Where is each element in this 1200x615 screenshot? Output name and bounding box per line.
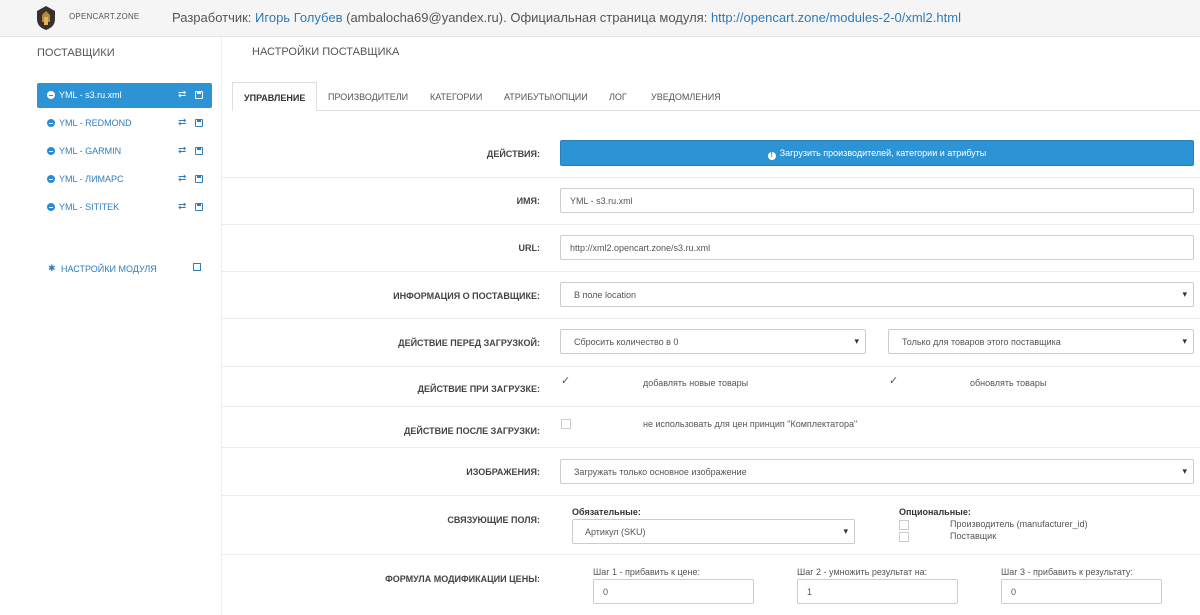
supplier-item-sititek[interactable]: YML - SITITEK ⇄ [37,195,212,220]
opencart-zone-logo-icon [37,6,55,30]
add-new-checkbox[interactable] [561,374,571,388]
suppliers-panel: ПОСТАВЩИКИ YML - s3.ru.xml ⇄ YML - REDMO… [15,37,222,615]
before-load-scope-select[interactable]: Только для товаров этого поставщика [888,329,1194,354]
name-label: ИМЯ: [516,196,540,206]
supplier-label: Поставщик [950,531,997,541]
divider [222,318,1200,319]
save-icon[interactable] [195,175,203,183]
developer-info: Разработчик: Игорь Голубев (ambalocha69@… [172,10,961,25]
supplier-info-label: ИНФОРМАЦИЯ О ПОСТАВЩИКЕ: [393,291,540,301]
tab-attributes-options[interactable]: АТРИБУТЫ\ОПЦИИ [504,82,588,111]
supplier-name: YML - s3.ru.xml [59,90,122,100]
exchange-icon[interactable]: ⇄ [178,201,186,212]
supplier-name: YML - ЛИМАРС [59,174,124,184]
save-icon[interactable] [195,119,203,127]
tab-categories[interactable]: КАТЕГОРИИ [430,82,482,111]
step3-label: Шаг 3 - прибавить к результату: [1001,567,1133,577]
exchange-icon[interactable]: ⇄ [178,117,186,128]
section-title: НАСТРОЙКИ ПОСТАВЩИКА [252,46,400,58]
images-select[interactable]: Загружать только основное изображение [560,459,1194,484]
info-icon: ! [767,152,776,160]
exchange-icon[interactable]: ⇄ [178,89,186,100]
manufacturer-label: Производитель (manufacturer_id) [950,519,1088,529]
exchange-icon[interactable]: ⇄ [178,173,186,184]
divider [222,271,1200,272]
divider [222,495,1200,496]
no-bundler-label: не использовать для цен принцип "Комплек… [643,419,858,429]
required-title: Обязательные: [572,507,641,517]
optional-title: Опциональные: [899,507,971,517]
save-icon[interactable] [195,147,203,155]
tab-notifications[interactable]: УВЕДОМЛЕНИЯ [651,82,721,111]
developer-label: Разработчик: [172,10,252,25]
divider [222,366,1200,367]
divider [222,554,1200,555]
divider [222,447,1200,448]
required-field-select[interactable]: Артикул (SKU) [572,519,855,544]
load-manufacturers-button[interactable]: ! Загрузить производителей, категории и а… [560,140,1194,166]
supplier-info-select[interactable]: В поле location [560,282,1194,307]
supplier-name: YML - SITITEK [59,202,120,212]
supplier-item-redmond[interactable]: YML - REDMOND ⇄ [37,111,212,136]
step3-input[interactable]: 0 [1001,579,1162,604]
during-load-label: ДЕЙСТВИЕ ПРИ ЗАГРУЗКЕ: [417,384,540,394]
images-value: Загружать только основное изображение [574,467,747,477]
save-icon[interactable] [195,203,203,211]
update-checkbox[interactable] [889,374,899,388]
divider [222,177,1200,178]
before-load-value: Сбросить количество в 0 [574,337,679,347]
divider [222,406,1200,407]
module-settings-label: НАСТРОЙКИ МОДУЛЯ [61,264,157,274]
tab-log[interactable]: ЛОГ [609,82,627,111]
save-icon[interactable] [195,91,203,99]
after-load-label: ДЕЙСТВИЕ ПОСЛЕ ЗАГРУЗКИ: [403,426,540,436]
step2-label: Шаг 2 - умножить результат на: [797,567,928,577]
url-label: URL: [518,243,541,253]
supplier-name: YML - GARMIN [59,146,122,156]
save-icon[interactable] [193,263,201,271]
developer-name-link[interactable]: Игорь Голубев [255,10,342,25]
images-label: ИЗОБРАЖЕНИЯ: [466,467,540,477]
update-label: обновлять товары [970,378,1047,388]
no-bundler-checkbox[interactable] [561,419,571,429]
manufacturer-checkbox[interactable] [899,520,909,530]
step1-input[interactable]: 0 [593,579,754,604]
tab-management[interactable]: УПРАВЛЕНИЕ [232,82,318,111]
gear-icon: ✱ [48,263,56,273]
remove-icon[interactable] [47,203,55,211]
remove-icon[interactable] [47,119,55,127]
remove-icon[interactable] [47,91,55,99]
supplier-item-garmin[interactable]: YML - GARMIN ⇄ [37,139,212,164]
supplier-checkbox[interactable] [899,532,909,542]
load-button-label: Загрузить производителей, категории и ат… [779,148,987,158]
url-input[interactable]: http://xml2.opencart.zone/s3.ru.xml [560,235,1194,260]
price-formula-label: ФОРМУЛА МОДИФИКАЦИИ ЦЕНЫ: [385,574,540,584]
logo-text: OPENCART.ZONE [69,12,140,21]
suppliers-title: ПОСТАВЩИКИ [37,47,115,59]
add-new-label: добавлять новые товары [643,378,749,388]
module-settings-link[interactable]: ✱ НАСТРОЙКИ МОДУЛЯ [48,259,218,279]
remove-icon[interactable] [47,147,55,155]
divider [222,224,1200,225]
module-page-link[interactable]: http://opencart.zone/modules-2-0/xml2.ht… [711,10,961,25]
supplier-item-limars[interactable]: YML - ЛИМАРС ⇄ [37,167,212,192]
supplier-item-s3[interactable]: YML - s3.ru.xml ⇄ [37,83,212,108]
supplier-info-value: В поле location [574,290,636,300]
before-load-select[interactable]: Сбросить количество в 0 [560,329,866,354]
actions-label: ДЕЙСТВИЯ: [486,149,540,159]
link-fields-label: СВЯЗУЮЩИЕ ПОЛЯ: [447,515,540,525]
tab-manufacturers[interactable]: ПРОИЗВОДИТЕЛИ [328,82,408,111]
before-load-scope-value: Только для товаров этого поставщика [902,337,1061,347]
before-load-label: ДЕЙСТВИЕ ПЕРЕД ЗАГРУЗКОЙ: [398,338,540,348]
developer-email: (ambalocha69@yandex.ru). Официальная стр… [346,10,708,25]
top-bar: OPENCART.ZONE Разработчик: Игорь Голубев… [0,0,1200,37]
required-field-value: Артикул (SKU) [585,527,646,537]
supplier-name: YML - REDMOND [59,118,132,128]
name-input[interactable]: YML - s3.ru.xml [560,188,1194,213]
exchange-icon[interactable]: ⇄ [178,145,186,156]
step1-label: Шаг 1 - прибавить к цене: [593,567,700,577]
step2-input[interactable]: 1 [797,579,958,604]
remove-icon[interactable] [47,175,55,183]
tab-bar: УПРАВЛЕНИЕ ПРОИЗВОДИТЕЛИ КАТЕГОРИИ АТРИБ… [232,82,1200,111]
